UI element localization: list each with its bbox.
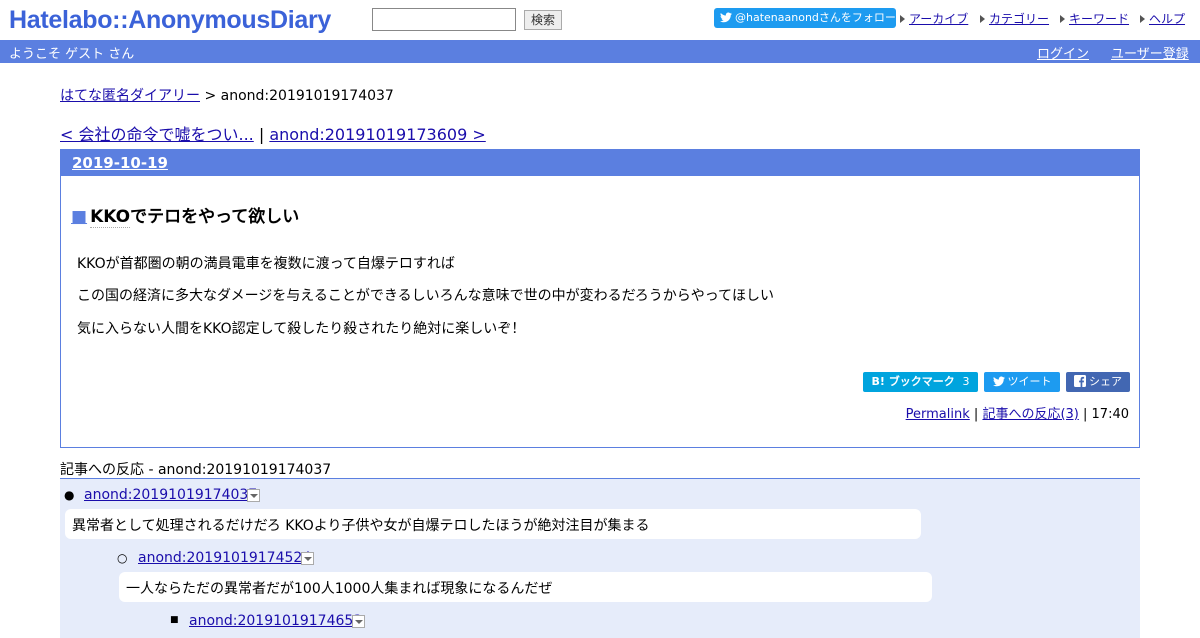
search-input[interactable] — [372, 8, 516, 31]
entry-title-mark[interactable]: ■ — [71, 207, 87, 227]
entry-body-line: KKOが首都圏の朝の満員電車を複数に渡って自爆テロすれば — [77, 256, 455, 272]
dropdown-toggle-icon[interactable] — [301, 552, 314, 565]
reaction-link[interactable]: anond:20191019174524 — [138, 550, 311, 566]
list-bullet-icon: ■ — [170, 615, 179, 625]
nav-arrow-icon — [900, 15, 905, 23]
site-header: Hatelabo::AnonymousDiary 検索 @hatenaanond… — [0, 0, 1200, 40]
nav-archive[interactable]: アーカイブ — [900, 10, 968, 27]
entry-box: 2019-10-19 ■ KKOでテロをやって欲しい KKOが首都圏の朝の満員電車… — [60, 149, 1140, 448]
reactions-heading: 記事への反応 - anond:20191019174037 — [60, 462, 332, 478]
reaction-excerpt: 一人ならただの異常者だが100人1000人集まれば現象になるんだぜ — [119, 572, 932, 602]
hatena-bookmark-button[interactable]: B! ブックマーク 3 — [863, 372, 978, 392]
nav-help-link[interactable]: ヘルプ — [1149, 12, 1185, 26]
dropdown-toggle-icon[interactable] — [247, 489, 260, 502]
list-bullet-icon: ○ — [117, 551, 128, 565]
pager-separator: | — [253, 125, 270, 144]
nav-keyword-link[interactable]: キーワード — [1069, 12, 1129, 26]
hatena-bookmark-label: B! ブックマーク — [871, 375, 955, 388]
nav-arrow-icon — [1140, 15, 1145, 23]
next-entry-link[interactable]: anond:20191019173609 > — [269, 125, 485, 144]
reactions-tree: ● anond:20191019174037 異常者として処理されるだけだろ K… — [60, 478, 1140, 638]
entry-title-text: でテロをやって欲しい — [130, 207, 300, 227]
entry-footer: Permalink | 記事への反応(3) | 17:40 — [906, 403, 1129, 422]
entry-title-keyword[interactable]: KKO — [90, 207, 131, 228]
entry-title: ■ KKOでテロをやって欲しい — [71, 202, 300, 228]
list-bullet-icon: ● — [64, 488, 75, 502]
breadcrumb-home-link[interactable]: はてな匿名ダイアリー — [60, 88, 200, 104]
entry-body-line: この国の経済に多大なダメージを与えることができるしいろんな意味で世の中が変わるだ… — [77, 288, 775, 304]
nav-category-link[interactable]: カテゴリー — [989, 12, 1049, 26]
entry-date-link[interactable]: 2019-10-19 — [72, 154, 168, 172]
tweet-label: ツイート — [1007, 375, 1052, 388]
dropdown-toggle-icon[interactable] — [352, 615, 365, 628]
login-link[interactable]: ログイン — [1037, 43, 1089, 62]
footer-separator: | — [973, 407, 979, 422]
breadcrumb-current: > anond:20191019174037 — [200, 88, 394, 104]
reactions-count-link[interactable]: 記事への反応(3) — [982, 407, 1078, 422]
prev-entry-link[interactable]: < 会社の命令で嘘をつい... — [60, 125, 254, 144]
entry-date-bar: 2019-10-19 — [61, 150, 1139, 176]
reaction-link[interactable]: anond:20191019174653 — [189, 613, 362, 629]
entry-pager: < 会社の命令で嘘をつい... | anond:20191019173609 > — [60, 121, 486, 145]
reaction-excerpt: 異常者として処理されるだけだろ KKOより子供や女が自爆テロしたほうが絶対注目が… — [65, 509, 921, 539]
register-link[interactable]: ユーザー登録 — [1111, 43, 1189, 62]
entry-body-line: 気に入らない人間をKKO認定して殺したり殺されたり絶対に楽しいぞ！ — [77, 321, 526, 337]
permalink-link[interactable]: Permalink — [906, 407, 970, 422]
tweet-button[interactable]: ツイート — [984, 372, 1060, 392]
facebook-share-button[interactable]: シェア — [1066, 372, 1130, 392]
site-logo[interactable]: Hatelabo::AnonymousDiary — [9, 5, 331, 35]
search-button[interactable]: 検索 — [524, 10, 562, 30]
nav-arrow-icon — [980, 15, 985, 23]
nav-keyword[interactable]: キーワード — [1060, 10, 1129, 27]
nav-archive-link[interactable]: アーカイブ — [909, 12, 968, 26]
welcome-text: ようこそ ゲスト さん — [9, 47, 135, 62]
follow-label: @hatenaanondさんをフォロー — [735, 11, 896, 24]
facebook-icon — [1074, 375, 1086, 387]
user-bar: ようこそ ゲスト さん ログイン ユーザー登録 — [0, 40, 1200, 63]
twitter-bird-icon — [720, 12, 732, 23]
reaction-link[interactable]: anond:20191019174037 — [84, 487, 257, 503]
breadcrumb: はてな匿名ダイアリー > anond:20191019174037 — [60, 85, 394, 105]
twitter-follow-button[interactable]: @hatenaanondさんをフォロー — [714, 8, 896, 28]
hatena-bookmark-count: 3 — [962, 375, 970, 388]
nav-arrow-icon — [1060, 15, 1065, 23]
nav-category[interactable]: カテゴリー — [980, 10, 1049, 27]
twitter-bird-icon — [992, 376, 1005, 387]
footer-separator: | — [1083, 407, 1088, 422]
nav-help[interactable]: ヘルプ — [1140, 10, 1185, 27]
share-label: シェア — [1089, 375, 1122, 388]
entry-time: 17:40 — [1091, 407, 1129, 422]
